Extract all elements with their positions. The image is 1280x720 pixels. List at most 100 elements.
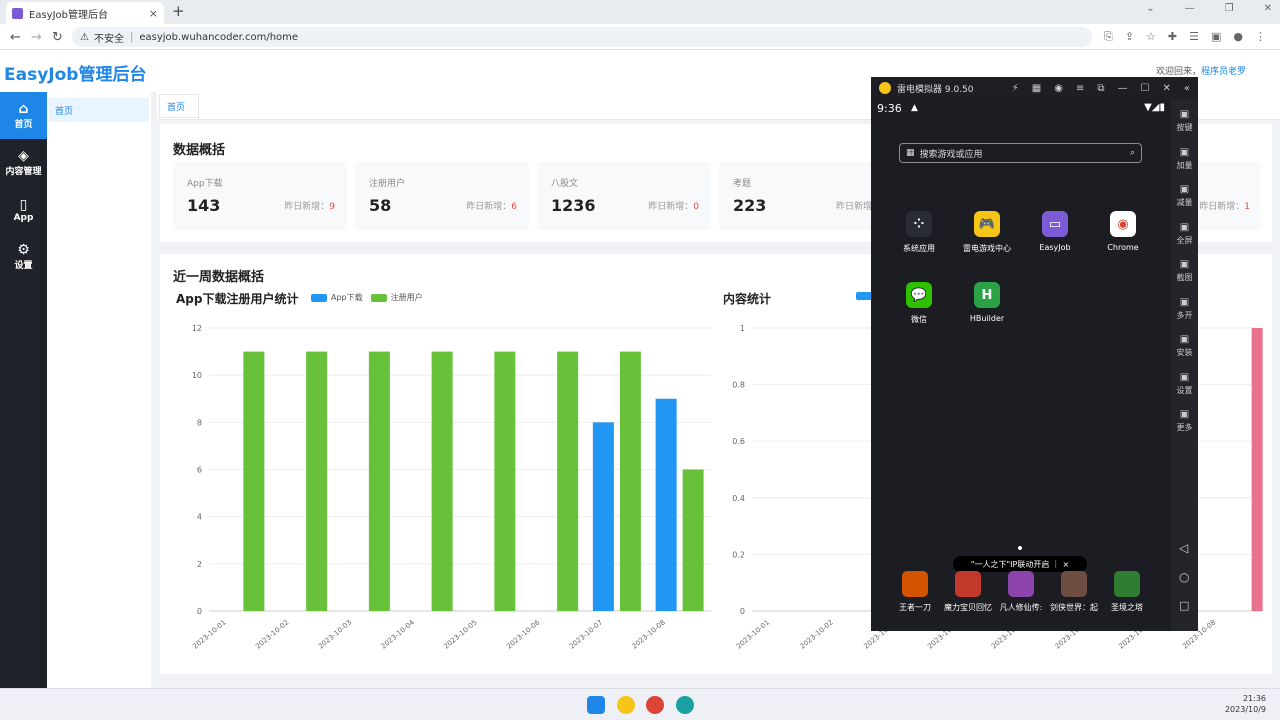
chrome-icon[interactable] [646,696,664,714]
app-label: Chrome [1107,243,1139,252]
app-label: 微信 [911,315,927,324]
emulator-side-1[interactable]: ▣ 加量 [1171,147,1198,171]
game-icon [1008,571,1034,597]
clock-date: 2023/10/9 [1224,705,1266,714]
game-2[interactable]: 凡人修仙传: [993,571,1049,613]
side-label: 减量 [1176,198,1193,207]
x-tick-label: 2023-10-01 [191,618,227,650]
bar [592,422,614,611]
app-微信[interactable]: 💬 微信 [889,282,949,325]
bar [368,351,390,611]
page-indicator [1018,546,1022,550]
edge-icon[interactable] [676,696,694,714]
y-tick-label: 2 [197,560,202,569]
emulator-side-0[interactable]: ▣ 按键 [1171,109,1198,133]
side-label: 全屏 [1176,235,1193,245]
emulator-screen: 9:36 ▲ ▼◢▮ ▦ 搜索游戏或应用 ⌕ ⁘ 系统应用 🎮 雷电游戏中心 ▭ Easy… [871,99,1171,631]
close-button[interactable]: ✕ [1162,83,1170,94]
status-icons: ▼◢▮ [1144,102,1165,113]
game-0[interactable]: 王者一刀 [887,571,943,613]
game-label: 凡人修仙传: [999,603,1043,612]
side-label: 多开 [1176,310,1193,320]
side-icon: ▣ [1179,146,1190,158]
x-tick-label: 2023-10-03 [317,618,353,650]
bar [306,351,328,611]
y-tick-label: 10 [192,371,202,380]
game-label: 剑侠世界：起 [1050,603,1098,612]
game-4[interactable]: 圣境之塔 [1099,571,1155,613]
android-home-button[interactable]: ○ [1179,570,1189,584]
minimize-button[interactable]: — [1118,83,1128,94]
emulator-side-8[interactable]: ▣ 更多 [1171,409,1198,433]
leidian-icon[interactable] [617,696,635,714]
side-label: 设置 [1176,385,1193,395]
game-3[interactable]: 剑侠世界：起 [1046,571,1102,613]
x-tick-label: 2023-10-06 [505,618,542,651]
app-icon: ▭ [1042,211,1068,237]
app-EasyJob[interactable]: ▭ EasyJob [1025,211,1085,252]
emulator-search-input[interactable]: ▦ 搜索游戏或应用 ⌕ [899,143,1142,163]
x-tick-label: 2023-10-08 [631,618,667,650]
side-icon: ▣ [1179,334,1190,345]
app-雷电游戏中心[interactable]: 🎮 雷电游戏中心 [957,211,1017,254]
emulator-window: 雷电模拟器 9.0.50 ⚡ ▦ ◉ ≡ ⧉ — ☐ ✕ « 9:36 ▲ ▼◢… [871,77,1198,631]
side-icon: ▣ [1179,371,1190,383]
x-tick-label: 2023-10-04 [380,618,417,651]
android-back-button[interactable]: ◁ [1179,541,1188,555]
game-icon [1061,571,1087,597]
bar [557,351,579,611]
emulator-side-6[interactable]: ▣ 安装 [1171,334,1198,358]
y-tick-label: 4 [197,513,202,522]
y-tick-label: 0 [740,607,745,616]
bolt-icon[interactable]: ⚡ [1012,83,1019,94]
x-tick-label: 2023-10-01 [735,618,771,650]
maximize-button[interactable]: ☐ [1141,83,1150,94]
app-icon: 💬 [906,282,932,308]
android-recents-button[interactable]: □ [1179,599,1189,612]
y-tick-label: 0.2 [732,550,745,559]
bar [619,351,641,611]
side-label: 按键 [1176,123,1193,132]
emulator-side-3[interactable]: ▣ 全屏 [1171,222,1198,246]
side-label: 截图 [1176,273,1193,282]
app-icon: ◉ [1110,211,1136,237]
game-1[interactable]: 魔力宝贝回忆 [940,571,996,613]
side-icon: ▣ [1179,296,1190,308]
side-icon: ▣ [1179,109,1190,120]
y-tick-label: 0 [197,607,202,616]
bar [494,351,516,611]
emulator-titlebar: 雷电模拟器 9.0.50 ⚡ ▦ ◉ ≡ ⧉ — ☐ ✕ « [871,77,1198,99]
y-tick-label: 0.6 [732,437,745,446]
gamepad-icon[interactable]: ▦ [1032,83,1041,94]
side-label: 安装 [1176,348,1193,357]
x-tick-label: 2023-10-07 [568,618,604,650]
app-HBuilder[interactable]: H HBuilder [957,282,1017,323]
windows-taskbar: 21:36 2023/10/9 [0,688,1280,720]
game-label: 魔力宝贝回忆 [944,603,992,612]
side-icon: ▣ [1179,259,1190,270]
emulator-side-7[interactable]: ▣ 设置 [1171,372,1198,396]
windows-start-icon[interactable] [587,696,605,714]
emulator-side-5[interactable]: ▣ 多开 [1171,297,1198,321]
game-label: 圣境之塔 [1111,603,1143,612]
side-icon: ▣ [1179,184,1190,195]
app-icon: ⁘ [906,211,932,237]
app-label: 雷电游戏中心 [963,244,1011,253]
emulator-side-2[interactable]: ▣ 减量 [1171,184,1198,208]
promo-banner[interactable]: "一人之下"IP联动开启 ｜ × [953,556,1087,572]
app-Chrome[interactable]: ◉ Chrome [1093,211,1153,252]
window-mode-icon[interactable]: ⧉ [1097,83,1104,94]
account-icon[interactable]: ◉ [1054,83,1063,94]
app-系统应用[interactable]: ⁘ 系统应用 [889,211,949,254]
collapse-icon[interactable]: « [1184,83,1190,94]
game-label: 王者一刀 [899,603,931,612]
y-tick-label: 0.8 [732,381,745,390]
app-label: HBuilder [969,314,1005,323]
search-icon[interactable]: ⌕ [1130,148,1135,158]
app-label: 系统应用 [903,244,935,253]
system-clock[interactable]: 21:36 2023/10/9 [1225,693,1266,715]
emulator-title: 雷电模拟器 9.0.50 [897,84,974,95]
menu-icon[interactable]: ≡ [1076,83,1084,94]
emulator-side-4[interactable]: ▣ 截图 [1171,259,1198,283]
emulator-logo-icon [879,82,891,94]
